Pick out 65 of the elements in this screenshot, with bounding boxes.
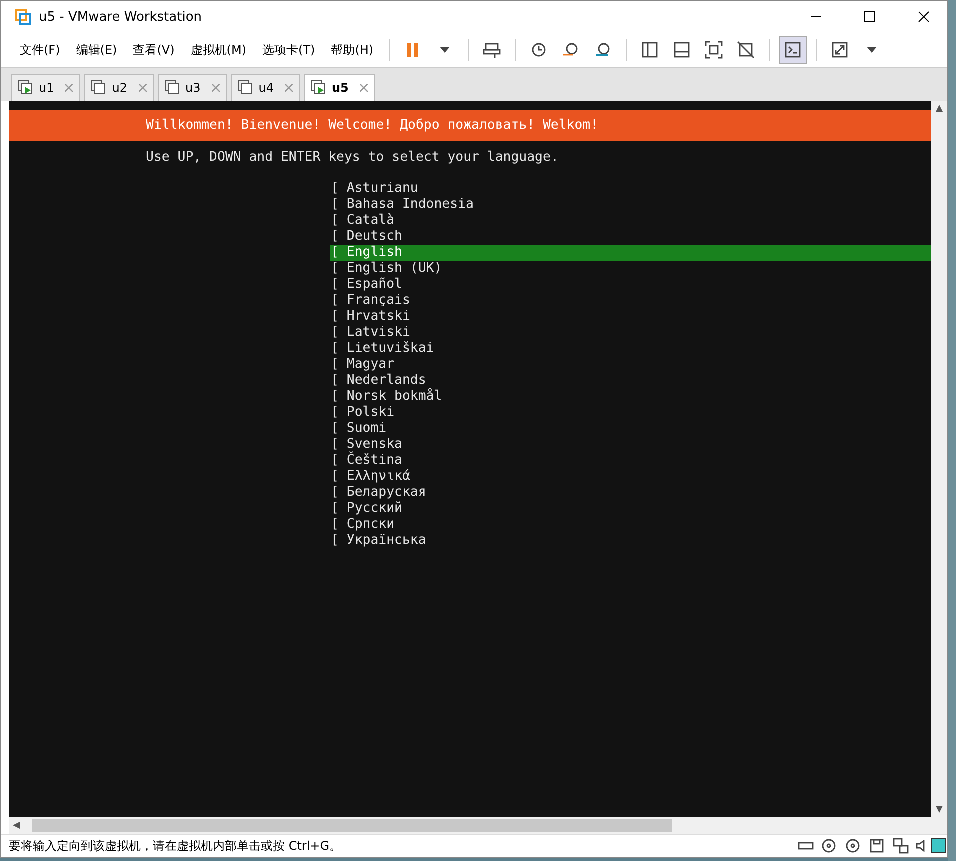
language-option[interactable]: [ Norsk bokmål [330,389,931,405]
vm-tab[interactable]: u5 [304,74,375,101]
language-option[interactable]: [ Asturianu [330,181,931,197]
clock-icon [530,41,548,59]
menu-item[interactable]: 查看(V) [126,37,182,63]
language-option[interactable]: [ English (UK) [330,261,931,277]
language-option[interactable]: [ Беларуская [330,485,931,501]
app-logo-icon [15,9,31,25]
banner-text: Willkommen! Bienvenue! Welcome! Добро пожаловать! Welkom! [146,118,599,133]
close-icon [918,11,930,23]
status-message: 要将输入定向到该虚拟机，请在虚拟机内部单击或按 Ctrl+G。 [9,838,343,854]
network-icon [892,837,910,855]
language-option[interactable]: [ Ελληνικά [330,469,931,485]
menu-item[interactable]: 帮助(H) [324,37,381,63]
window-title: u5 - VMware Workstation [39,10,204,24]
scroll-left-arrow-icon[interactable] [13,822,20,829]
console-view-button[interactable] [778,36,807,64]
language-option[interactable]: [ Català [330,213,931,229]
language-option[interactable]: [ Magyar [330,357,931,373]
language-option[interactable]: [ Suomi [330,421,931,437]
menu-item[interactable]: 虚拟机(M) [184,37,254,63]
horizontal-scrollbar[interactable] [9,817,947,834]
disc-icon [844,837,862,855]
language-option[interactable]: [ Српски [330,517,931,533]
language-option[interactable]: [ Bahasa Indonesia [330,197,931,213]
language-option[interactable]: [ Nederlands [330,373,931,389]
menu-item[interactable]: 编辑(E) [69,37,124,63]
caret-icon [866,47,877,53]
full-screen-icon [704,41,723,59]
language-option[interactable]: [ Español [330,277,931,293]
disc-icon [820,837,838,855]
sidebar-icon [640,41,659,59]
vm-tab[interactable]: u2 [84,74,154,101]
speaker-icon [916,840,925,852]
vm-console-screen[interactable] [9,101,931,817]
no-window-icon [736,41,755,59]
vertical-scrollbar[interactable] [931,101,947,817]
vm-tab[interactable]: u3 [158,74,227,101]
vm-tab[interactable]: u4 [230,74,300,101]
clock-wrench-icon [594,41,612,59]
caret-icon [440,47,450,53]
language-option[interactable]: [ Lietuviškai [330,341,931,357]
terminal-icon [784,41,802,59]
language-option[interactable]: [ Русский [330,501,931,517]
vm-tab[interactable]: u1 [11,74,80,101]
language-option[interactable]: [ Polski [330,405,931,421]
close-tab-icon[interactable] [360,84,368,92]
language-option[interactable]: [ Deutsch [330,229,931,245]
language-option[interactable]: [ English [330,245,931,261]
instruction-text: Use UP, DOWN and ENTER keys to select your language. [145,149,560,167]
scroll-up-arrow-icon[interactable] [936,105,942,112]
language-option[interactable]: [ Svenska [330,437,931,453]
panel-bottom-icon [672,41,691,59]
language-option[interactable]: [ Hrvatski [330,309,931,325]
keyboard-icon [482,41,501,59]
language-option[interactable]: [ Українська [330,533,931,549]
menu-item[interactable]: 文件(F) [13,37,68,63]
language-option[interactable]: [ Français [330,293,931,309]
status-display-icon [931,838,947,854]
scroll-down-arrow-icon[interactable] [936,806,942,813]
menu-item[interactable]: 选项卡(T) [256,37,322,63]
language-option[interactable]: [ Latviski [330,325,931,341]
language-option[interactable]: [ Čeština [330,453,931,469]
maximize-icon [864,11,876,23]
expand-icon [830,41,849,59]
